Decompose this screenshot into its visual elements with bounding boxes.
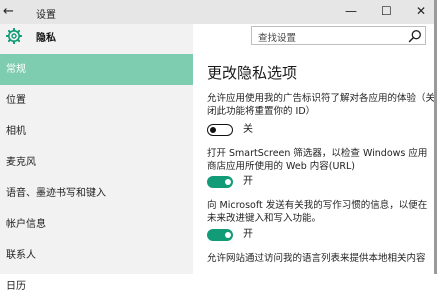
toggle-knob: [225, 179, 231, 185]
window-title: 设置: [36, 10, 56, 21]
sidebar-item-speech-inking-typing[interactable]: 语音、墨迹书写和键入: [0, 178, 193, 209]
gear-icon: [6, 28, 22, 44]
minimize-button[interactable]: —: [345, 4, 357, 18]
toggle-knob: [225, 232, 231, 238]
setting-description-ad-id: 允许应用使用我的广告标识符了解对各应用的体验（关闭此功能将重置你的 ID）: [207, 93, 436, 117]
sidebar-header: 隐私: [0, 24, 193, 48]
toggle-label-writing-info: 开: [243, 229, 253, 240]
toggle-ad-id[interactable]: [207, 124, 233, 136]
sidebar-item-account-info[interactable]: 帐户信息: [0, 209, 193, 240]
toggle-label-ad-id: 关: [243, 124, 253, 135]
setting-description-language-list: 允许网站通过访问我的语言列表来提供本地相关内容: [207, 253, 426, 264]
section-title: 隐私: [36, 33, 56, 44]
toggle-smartscreen[interactable]: [207, 176, 233, 188]
sidebar-item-location[interactable]: 位置: [0, 85, 193, 116]
sidebar: 隐私 常规 位置 相机 麦克风 语音、墨迹书写和键入 帐户信息 联系人 日历: [0, 24, 193, 292]
search-icon[interactable]: [408, 29, 422, 43]
toggle-label-smartscreen: 开: [243, 176, 253, 187]
title-bar: ← 设置 — ☐ ✕: [0, 0, 437, 24]
setting-description-smartscreen: 打开 SmartScreen 筛选器，以检查 Windows 应用商店应用所使用…: [207, 148, 428, 172]
search-placeholder: 查找设置: [258, 33, 297, 44]
sidebar-item-camera[interactable]: 相机: [0, 116, 193, 147]
back-arrow-icon[interactable]: ←: [3, 4, 14, 20]
toggle-knob: [210, 126, 216, 133]
search-input[interactable]: 查找设置: [251, 26, 426, 45]
sidebar-item-microphone[interactable]: 麦克风: [0, 147, 193, 178]
setting-description-writing-info: 向 Microsoft 发送有关我的写作习惯的信息，以便在未来改进键入和写入功能…: [207, 200, 428, 224]
main-content: 更改隐私选项 允许应用使用我的广告标识符了解对各应用的体验（关闭此功能将重置你的…: [193, 48, 437, 274]
sidebar-item-general[interactable]: 常规: [0, 54, 193, 85]
page-title: 更改隐私选项: [207, 64, 298, 82]
sidebar-item-calendar[interactable]: 日历: [0, 271, 193, 302]
sidebar-nav: 常规 位置 相机 麦克风 语音、墨迹书写和键入 帐户信息 联系人 日历: [0, 54, 193, 302]
maximize-button[interactable]: ☐: [381, 4, 392, 18]
toggle-writing-info[interactable]: [207, 229, 233, 241]
sidebar-item-contacts[interactable]: 联系人: [0, 240, 193, 271]
close-button[interactable]: ✕: [416, 4, 426, 18]
